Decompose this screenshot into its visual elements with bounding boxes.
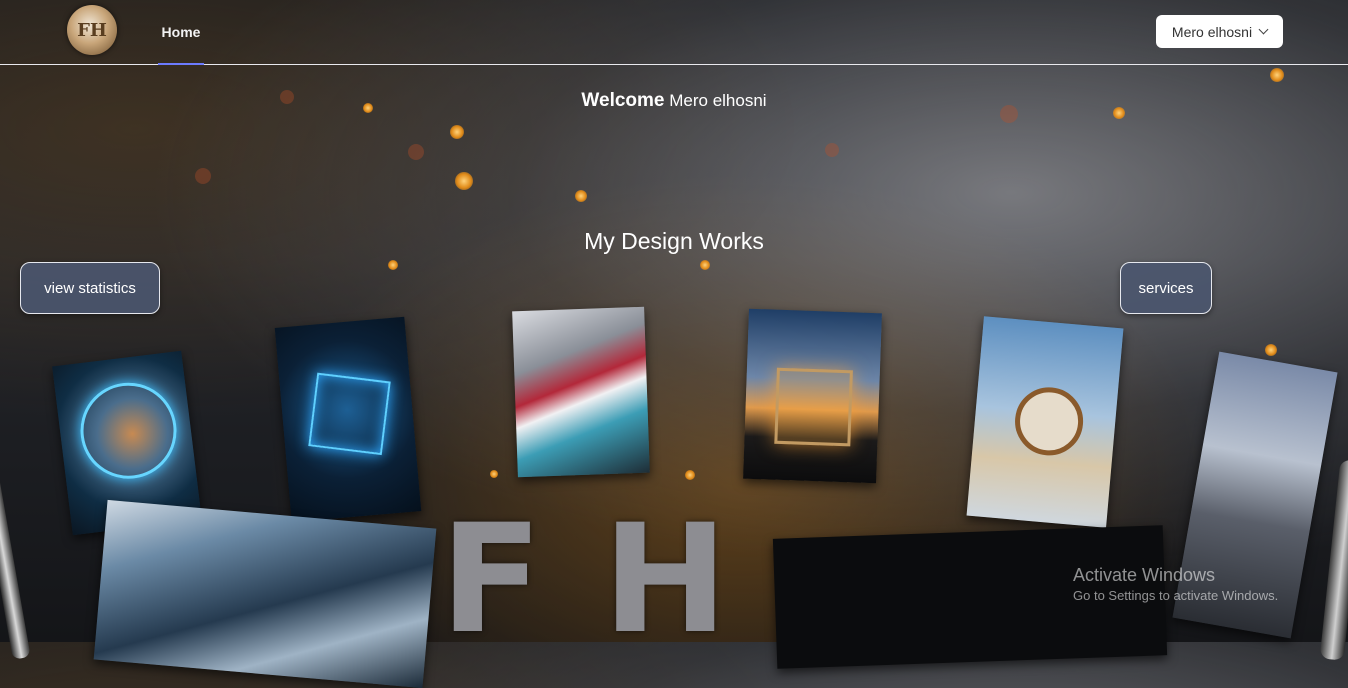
gallery-3d-letters: FH	[440, 493, 789, 667]
gallery-card-abstract-stripes[interactable]	[512, 306, 650, 478]
user-menu-button[interactable]: Mero elhosni	[1156, 15, 1283, 48]
services-button[interactable]: services	[1120, 262, 1212, 314]
brand-logo[interactable]: FH	[67, 5, 117, 55]
chevron-down-icon	[1258, 24, 1269, 35]
welcome-label: Welcome	[581, 90, 665, 111]
windows-activation-watermark: Activate Windows Go to Settings to activ…	[1073, 565, 1278, 603]
section-title: My Design Works	[584, 228, 764, 254]
user-menu-label: Mero elhosni	[1171, 23, 1253, 40]
decorative-side-element-left	[0, 420, 31, 660]
decorative-side-element-right	[1319, 459, 1348, 661]
welcome-user-name: Mero elhosni	[669, 91, 767, 110]
view-statistics-button[interactable]: view statistics	[20, 262, 160, 314]
nav-item-home[interactable]: Home	[158, 0, 204, 65]
gallery-card-glass-cube-grid[interactable]	[274, 316, 422, 523]
logo-monogram: FH	[77, 19, 107, 41]
gallery-card-steampunk-clock[interactable]	[966, 316, 1124, 528]
welcome-message: Welcome Mero elhosni	[0, 90, 1348, 112]
gallery-card-glass-cube-sunset[interactable]	[743, 308, 882, 484]
gallery-card-metallic-architecture[interactable]	[93, 499, 437, 688]
watermark-title: Activate Windows	[1073, 565, 1216, 585]
watermark-subtitle: Go to Settings to activate Windows.	[1073, 588, 1279, 603]
top-navbar: FH Home Mero elhosni	[0, 0, 1348, 65]
